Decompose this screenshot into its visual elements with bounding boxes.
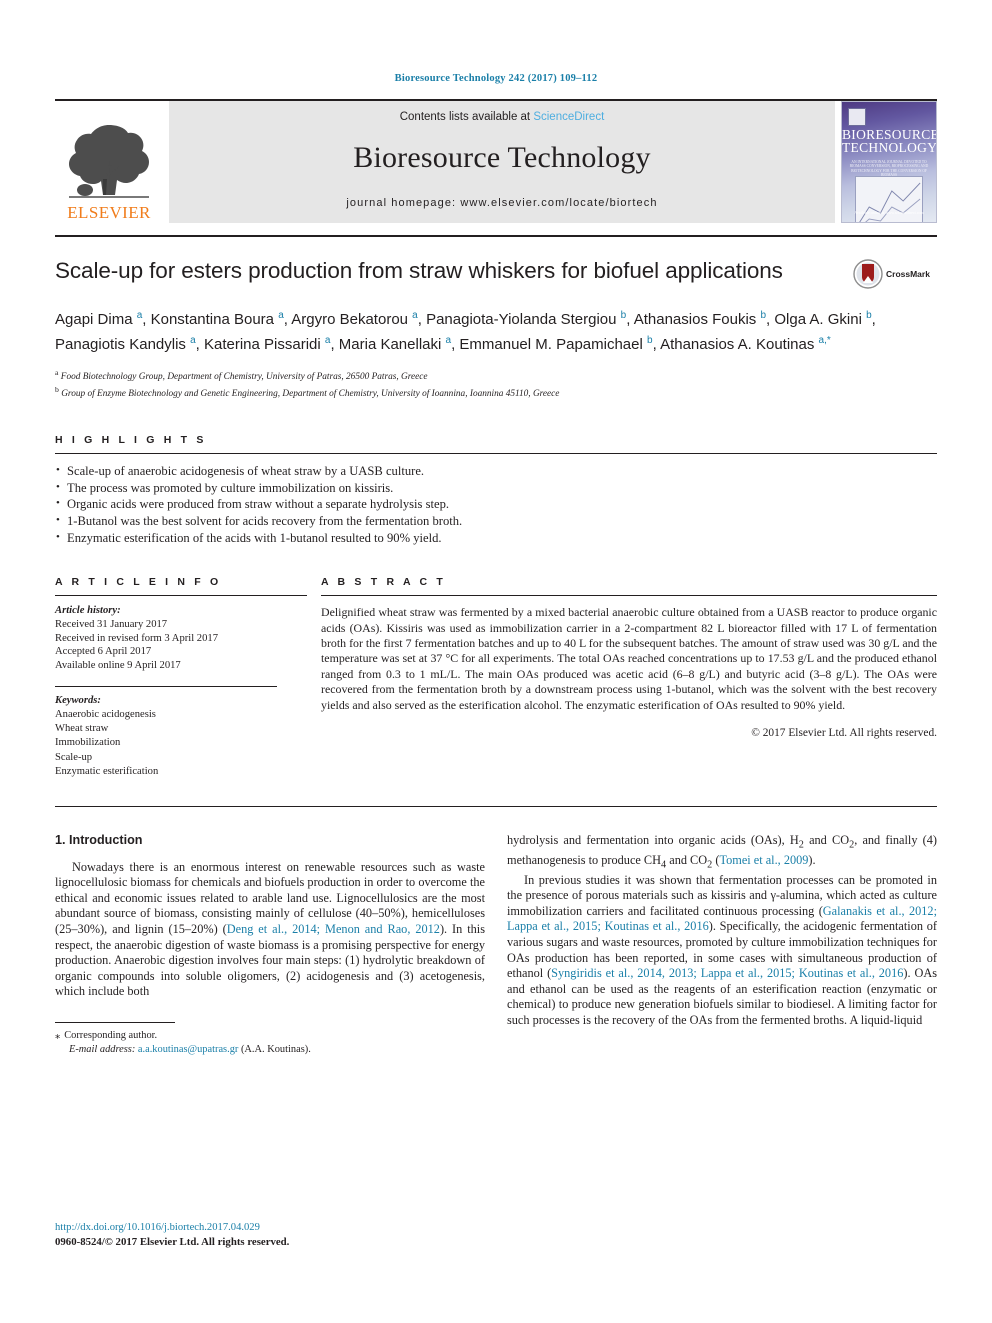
article-info-divider (55, 685, 277, 687)
body-column-right: hydrolysis and fermentation into organic… (507, 833, 937, 1057)
highlights-rule (55, 453, 937, 455)
elsevier-tree-icon (69, 125, 149, 198)
abstract-text: Delignified wheat straw was fermented by… (321, 605, 937, 712)
email-note: E-mail address: a.a.koutinas@upatras.gr … (55, 1043, 485, 1057)
abstract-copyright: © 2017 Elsevier Ltd. All rights reserved… (751, 727, 937, 739)
journal-homepage-line[interactable]: journal homepage: www.elsevier.com/locat… (346, 197, 657, 209)
affiliation-b-text: Group of Enzyme Biotechnology and Geneti… (61, 388, 560, 399)
article-history-block: Article history: Received 31 January 201… (55, 604, 307, 672)
history-online: Available online 9 April 2017 (55, 659, 181, 671)
highlights-section: H I G H L I G H T S Scale-up of anaerobi… (55, 434, 937, 546)
issn-copyright-line: 0960-8524/© 2017 Elsevier Ltd. All right… (55, 1236, 290, 1248)
page-footer: http://dx.doi.org/10.1016/j.biortech.201… (55, 1221, 495, 1249)
body-top-rule (55, 805, 937, 807)
corresponding-text: Corresponding author. (64, 1029, 158, 1041)
intro-paragraph-left: Nowadays there is an enormous interest o… (55, 859, 485, 999)
article-history-label: Article history: (55, 605, 121, 617)
keywords-block: Keywords: Anaerobic acidogenesis Wheat s… (55, 694, 307, 780)
affiliation-a-text: Food Biotechnology Group, Department of … (60, 372, 428, 383)
elsevier-logo: ELSEVIER (55, 101, 163, 223)
highlights-heading: H I G H L I G H T S (55, 434, 207, 447)
abstract-column: A B S T R A C T Delignified wheat straw … (321, 576, 937, 779)
cover-chart-icon (859, 182, 921, 222)
history-revised: Received in revised form 3 April 2017 (55, 632, 218, 644)
keywords-label: Keywords: (55, 694, 101, 706)
email-label: E-mail address: (69, 1043, 136, 1055)
title-column: Scale-up for esters production from stra… (55, 257, 853, 284)
body-columns: 1. Introduction Nowadays there is an eno… (55, 833, 937, 1057)
cover-figure (855, 176, 923, 222)
crossmark-label: CrossMark (886, 269, 930, 279)
sciencedirect-link[interactable]: ScienceDirect (533, 111, 604, 123)
contents-prefix: Contents lists available at (399, 111, 534, 123)
keyword: Anaerobic acidogenesis (55, 708, 156, 720)
list-item: Organic acids were produced from straw w… (55, 495, 937, 513)
cover-title: BIORESOURCE TECHNOLOGY (842, 128, 937, 155)
highlights-list: Scale-up of anaerobic acidogenesis of wh… (55, 462, 937, 547)
cover-footer: Available online at www.sciencedirect.co… (854, 210, 924, 215)
article-page: Bioresource Technology 242 (2017) 109–11… (0, 0, 992, 1323)
page-title: Scale-up for esters production from stra… (55, 258, 783, 283)
crossmark-icon (853, 259, 883, 289)
masthead-center: Contents lists available at ScienceDirec… (169, 101, 835, 223)
section-heading-introduction: 1. Introduction (55, 832, 143, 847)
article-info-heading: A R T I C L E I N F O (55, 576, 222, 589)
intro-paragraph-right-1: hydrolysis and fermentation into organic… (507, 832, 937, 871)
list-item: The process was promoted by culture immo… (55, 479, 937, 497)
cover-subtitle: AN INTERNATIONAL JOURNAL DEVOTED TO BIOM… (849, 160, 929, 177)
author-list: Agapi Dima a, Konstantina Boura a, Argyr… (55, 310, 876, 353)
corresponding-marker: ⁎ (55, 1029, 61, 1041)
cover-title-line2: TECHNOLOGY (842, 140, 937, 155)
body-column-left: 1. Introduction Nowadays there is an eno… (55, 833, 485, 1057)
affiliation-b: b Group of Enzyme Biotechnology and Gene… (55, 384, 560, 399)
journal-title: Bioresource Technology (353, 141, 651, 174)
cover-publisher-mark (848, 108, 866, 126)
keyword: Enzymatic esterification (55, 766, 159, 778)
info-abstract-section: A R T I C L E I N F O Article history: R… (55, 576, 937, 779)
article-info-column: A R T I C L E I N F O Article history: R… (55, 576, 321, 779)
keyword: Scale-up (55, 751, 93, 763)
list-item: Scale-up of anaerobic acidogenesis of wh… (55, 462, 937, 480)
elsevier-wordmark: ELSEVIER (67, 203, 151, 222)
list-item: Enzymatic esterification of the acids wi… (55, 529, 937, 547)
affiliation-a: a Food Biotechnology Group, Department o… (55, 368, 428, 383)
list-item: 1-Butanol was the best solvent for acids… (55, 512, 937, 530)
journal-cover-thumbnail: BIORESOURCE TECHNOLOGY AN INTERNATIONAL … (841, 101, 937, 223)
intro-paragraph-right-2: In previous studies it was shown that fe… (507, 872, 937, 1027)
doi-link[interactable]: http://dx.doi.org/10.1016/j.biortech.201… (55, 1221, 495, 1235)
email-owner: (A.A. Koutinas). (240, 1043, 311, 1055)
abstract-rule (321, 595, 937, 597)
abstract-heading: A B S T R A C T (321, 576, 446, 589)
email-link[interactable]: a.a.koutinas@upatras.gr (138, 1044, 238, 1055)
keyword: Wheat straw (55, 722, 109, 734)
footnote-area: ⁎ Corresponding author. E-mail address: a… (55, 1021, 485, 1057)
affiliations: a Food Biotechnology Group, Department o… (55, 367, 937, 400)
journal-masthead: ELSEVIER Contents lists available at Sci… (55, 99, 937, 223)
running-head: Bioresource Technology 242 (2017) 109–11… (394, 73, 598, 84)
history-accepted: Accepted 6 April 2017 (55, 646, 152, 658)
contents-available-line: Contents lists available at ScienceDirec… (400, 111, 605, 123)
footnote-rule (55, 1021, 175, 1023)
history-received: Received 31 January 2017 (55, 619, 168, 631)
article-info-rule (55, 595, 307, 597)
crossmark-badge[interactable]: CrossMark (853, 257, 937, 289)
keyword: Immobilization (55, 737, 121, 749)
corresponding-author-note: ⁎ Corresponding author. (55, 1029, 485, 1043)
title-block: Scale-up for esters production from stra… (55, 237, 937, 289)
